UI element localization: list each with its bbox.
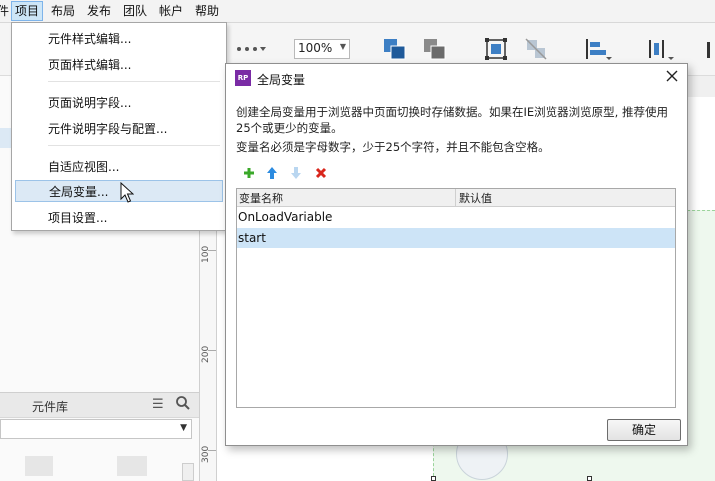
menu-item-page-notes-fields[interactable]: 页面说明字段... [15, 92, 223, 114]
bring-front-icon[interactable] [383, 38, 407, 60]
ruler-label: 300 [201, 445, 211, 463]
resize-handle[interactable] [431, 476, 436, 481]
widget-thumbnail[interactable] [25, 456, 53, 476]
close-icon[interactable] [665, 69, 679, 83]
group-icon[interactable] [484, 37, 508, 61]
distribute-icon[interactable] [646, 37, 674, 61]
menu-help[interactable]: 帮助 [192, 2, 222, 20]
table-row[interactable]: start [237, 228, 675, 248]
column-header-default[interactable]: 默认值 [459, 190, 492, 206]
dialog-description: 创建全局变量用于浏览器中页面切换时存储数据。如果在IE浏览器浏览原型, 推荐使用… [236, 105, 668, 135]
menu-account[interactable]: 帐户 [156, 2, 186, 20]
library-select[interactable]: ▼ [0, 419, 192, 439]
ungroup-icon[interactable] [524, 37, 548, 61]
menubar: 件 项目 布局 发布 团队 帐户 帮助 [0, 0, 715, 23]
dialog-titlebar: RP 全局变量 [226, 64, 687, 92]
zoom-select[interactable]: 100% ▼ [294, 39, 350, 59]
menu-item-global-variables[interactable]: 全局变量... [15, 180, 223, 202]
chevron-down-icon: ▼ [180, 423, 187, 433]
ok-button[interactable]: 确定 [607, 419, 681, 441]
menu-publish[interactable]: 发布 [84, 2, 114, 20]
table-header: 变量名称 默认值 [237, 189, 675, 207]
axure-logo-icon: RP [235, 70, 251, 86]
menu-item-adaptive-views[interactable]: 自适应视图... [15, 156, 223, 178]
widget-thumbnail[interactable] [117, 456, 147, 476]
table-row[interactable]: OnLoadVariable [237, 207, 675, 227]
more-tools-icon[interactable] [706, 41, 715, 59]
delete-icon[interactable] [315, 167, 327, 179]
send-back-icon[interactable] [423, 38, 447, 60]
move-up-icon[interactable] [266, 167, 278, 179]
dialog-title: 全局变量 [257, 73, 306, 87]
zoom-value: 100% [298, 41, 333, 55]
scrollbar[interactable] [182, 463, 194, 481]
search-icon[interactable] [175, 395, 191, 411]
menu-item-widget-notes-fields[interactable]: 元件说明字段与配置... [15, 118, 223, 140]
menu-icon[interactable]: ☰ [152, 397, 164, 412]
global-variables-dialog: RP 全局变量 创建全局变量用于浏览器中页面切换时存储数据。如果在IE浏览器浏览… [225, 63, 688, 446]
menu-separator [48, 145, 220, 146]
menu-project[interactable]: 项目 [11, 1, 44, 21]
resize-handle[interactable] [587, 476, 592, 481]
menu-separator [48, 81, 220, 82]
move-down-icon[interactable] [290, 167, 302, 179]
library-header: 元件库 ☰ [0, 392, 199, 418]
dialog-naming-rule: 变量名必须是字母数字，少于25个字符，并且不能包含空格。 [236, 140, 550, 154]
ruler-label: 200 [201, 345, 211, 363]
add-icon[interactable] [243, 167, 255, 179]
menu-item-widget-style-editor[interactable]: 元件样式编辑... [15, 28, 223, 50]
library-title: 元件库 [32, 400, 69, 414]
variable-name-cell[interactable]: start [238, 231, 266, 245]
variables-table: 变量名称 默认值 OnLoadVariable start [236, 188, 676, 408]
menu-layout[interactable]: 布局 [48, 2, 78, 20]
menu-item-project-settings[interactable]: 项目设置... [15, 207, 223, 229]
column-divider[interactable] [455, 189, 456, 206]
variable-name-cell[interactable]: OnLoadVariable [238, 210, 332, 224]
ruler-label: 100 [201, 245, 211, 263]
column-header-name[interactable]: 变量名称 [239, 190, 283, 206]
menu-item-page-style-editor[interactable]: 页面样式编辑... [15, 54, 223, 76]
mouse-cursor-icon [120, 182, 134, 203]
more-icon[interactable] [236, 45, 266, 53]
chevron-down-icon: ▼ [339, 42, 346, 51]
align-left-icon[interactable] [584, 37, 612, 61]
menu-team[interactable]: 团队 [120, 2, 150, 20]
project-menu-dropdown: 元件样式编辑... 页面样式编辑... 页面说明字段... 元件说明字段与配置.… [11, 22, 227, 231]
